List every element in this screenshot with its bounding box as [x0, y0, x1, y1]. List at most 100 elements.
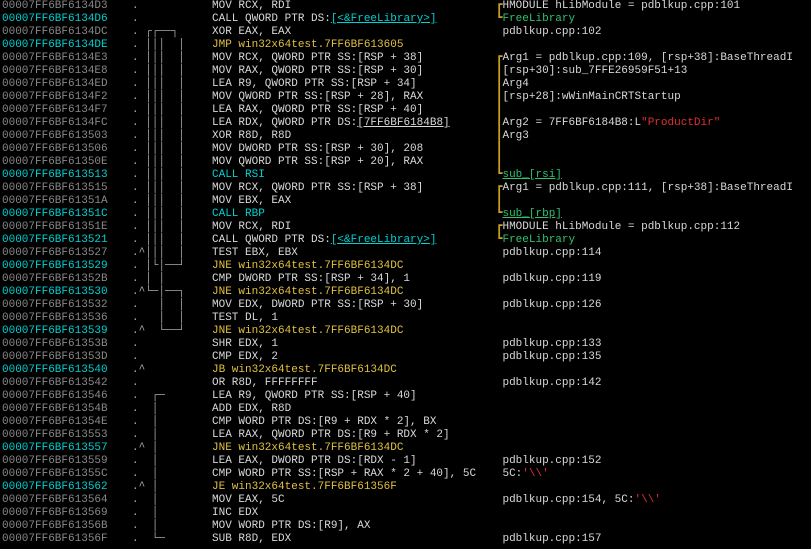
disasm-row[interactable]: 00007FF6BF61353D. CMP EDX, 2 pdblkup.cpp…	[0, 351, 811, 364]
address[interactable]: 00007FF6BF613530	[0, 286, 118, 299]
address[interactable]: 00007FF6BF613503	[0, 130, 118, 143]
instruction[interactable]: CALL RBP	[212, 208, 492, 221]
address[interactable]: 00007FF6BF6134E3	[0, 52, 118, 65]
disasm-row[interactable]: 00007FF6BF613529. │└│──┘ JNE win32x64tes…	[0, 260, 811, 273]
breakpoint-gutter[interactable]	[118, 221, 132, 234]
breakpoint-gutter[interactable]	[118, 325, 132, 338]
comment[interactable]: ┃[rsp+30]:sub_7FFE26959F51+13	[492, 65, 811, 78]
disasm-row[interactable]: 00007FF6BF6134DC. ┌┌──┐ XOR EAX, EAX pdb…	[0, 26, 811, 39]
breakpoint-gutter[interactable]	[118, 169, 132, 182]
comment[interactable]: ┗sub_[rsi]	[492, 169, 811, 182]
breakpoint-gutter[interactable]	[118, 338, 132, 351]
comment[interactable]: ┃[rsp+28]:wWinMainCRTStartup	[492, 91, 811, 104]
comment[interactable]	[492, 260, 811, 273]
instruction[interactable]: LEA R9, QWORD PTR SS:[RSP + 34]	[212, 78, 492, 91]
breakpoint-gutter[interactable]	[118, 442, 132, 455]
disasm-row[interactable]: 00007FF6BF613536. │ │ TEST DL, 1	[0, 312, 811, 325]
comment[interactable]	[492, 416, 811, 429]
disasm-row[interactable]: 00007FF6BF613527.^│││ │ TEST EBX, EBX pd…	[0, 247, 811, 260]
instruction[interactable]: LEA RAX, QWORD PTR SS:[RSP + 40]	[212, 104, 492, 117]
address[interactable]: 00007FF6BF613506	[0, 143, 118, 156]
instruction[interactable]: JNE win32x64test.7FF6BF6134DC	[212, 286, 492, 299]
comment[interactable]	[492, 442, 811, 455]
instruction[interactable]: LEA RDX, QWORD PTR DS:[7FF6BF6184B8]	[212, 117, 492, 130]
instruction[interactable]: MOV RCX, QWORD PTR SS:[RSP + 38]	[212, 182, 492, 195]
comment[interactable]	[492, 39, 811, 52]
breakpoint-gutter[interactable]	[118, 52, 132, 65]
address[interactable]: 00007FF6BF613513	[0, 169, 118, 182]
instruction[interactable]: JMP win32x64test.7FF6BF613605	[212, 39, 492, 52]
address[interactable]: 00007FF6BF613562	[0, 481, 118, 494]
address[interactable]: 00007FF6BF613539	[0, 325, 118, 338]
instruction[interactable]: CMP EDX, 2	[212, 351, 492, 364]
disasm-row[interactable]: 00007FF6BF613532. │ │ MOV EDX, DWORD PTR…	[0, 299, 811, 312]
instruction[interactable]: MOV QWORD PTR SS:[RSP + 28], RAX	[212, 91, 492, 104]
comment[interactable]: pdblkup.cpp:133	[492, 338, 811, 351]
breakpoint-gutter[interactable]	[118, 208, 132, 221]
disasm-row[interactable]: 00007FF6BF613542. OR R8D, FFFFFFFF pdblk…	[0, 377, 811, 390]
comment[interactable]: pdblkup.cpp:102	[492, 26, 811, 39]
comment[interactable]: ┃Arg4	[492, 78, 811, 91]
address[interactable]: 00007FF6BF6134F2	[0, 91, 118, 104]
address[interactable]: 00007FF6BF613559	[0, 455, 118, 468]
disasm-row[interactable]: 00007FF6BF613503. │││ │ XOR R8D, R8D┃Arg…	[0, 130, 811, 143]
comment[interactable]: pdblkup.cpp:119	[492, 273, 811, 286]
breakpoint-gutter[interactable]	[118, 390, 132, 403]
breakpoint-gutter[interactable]	[118, 195, 132, 208]
disasm-row[interactable]: 00007FF6BF613546. ┌─ LEA R9, QWORD PTR S…	[0, 390, 811, 403]
address[interactable]: 00007FF6BF61351A	[0, 195, 118, 208]
address[interactable]: 00007FF6BF613521	[0, 234, 118, 247]
address[interactable]: 00007FF6BF613564	[0, 494, 118, 507]
breakpoint-gutter[interactable]	[118, 533, 132, 546]
address[interactable]: 00007FF6BF61350E	[0, 156, 118, 169]
address[interactable]: 00007FF6BF613542	[0, 377, 118, 390]
comment[interactable]: ┃	[492, 104, 811, 117]
address[interactable]: 00007FF6BF61354B	[0, 403, 118, 416]
breakpoint-gutter[interactable]	[118, 247, 132, 260]
breakpoint-gutter[interactable]	[118, 104, 132, 117]
breakpoint-gutter[interactable]	[118, 91, 132, 104]
disasm-row[interactable]: 00007FF6BF6134FC. │││ │ LEA RDX, QWORD P…	[0, 117, 811, 130]
comment[interactable]: ┗FreeLibrary	[492, 13, 811, 26]
disasm-row[interactable]: 00007FF6BF613513. │││ │ CALL RSI┗sub_[rs…	[0, 169, 811, 182]
instruction[interactable]: CMP DWORD PTR SS:[RSP + 34], 1	[212, 273, 492, 286]
disasm-row[interactable]: 00007FF6BF613564. │ MOV EAX, 5C pdblkup.…	[0, 494, 811, 507]
address[interactable]: 00007FF6BF613540	[0, 364, 118, 377]
address[interactable]: 00007FF6BF613569	[0, 507, 118, 520]
instruction[interactable]: CALL RSI	[212, 169, 492, 182]
disasm-row[interactable]: 00007FF6BF6134E8. │││ │ MOV RAX, QWORD P…	[0, 65, 811, 78]
address[interactable]: 00007FF6BF613529	[0, 260, 118, 273]
disasm-row[interactable]: 00007FF6BF613539.^ └──┘ JNE win32x64test…	[0, 325, 811, 338]
address[interactable]: 00007FF6BF613527	[0, 247, 118, 260]
instruction[interactable]: XOR EAX, EAX	[212, 26, 492, 39]
instruction[interactable]: MOV EDX, DWORD PTR SS:[RSP + 30]	[212, 299, 492, 312]
comment[interactable]: ┃Arg3	[492, 130, 811, 143]
comment[interactable]: ┗sub_[rbp]	[492, 208, 811, 221]
breakpoint-gutter[interactable]	[118, 117, 132, 130]
disasm-row[interactable]: 00007FF6BF613521. │││ │ CALL QWORD PTR D…	[0, 234, 811, 247]
disasm-row[interactable]: 00007FF6BF613553. │ LEA RAX, QWORD PTR D…	[0, 429, 811, 442]
breakpoint-gutter[interactable]	[118, 507, 132, 520]
address[interactable]: 00007FF6BF613557	[0, 442, 118, 455]
instruction[interactable]: JB win32x64test.7FF6BF6134DC	[212, 364, 492, 377]
instruction[interactable]: JNE win32x64test.7FF6BF6134DC	[212, 260, 492, 273]
address[interactable]: 00007FF6BF613546	[0, 390, 118, 403]
address[interactable]: 00007FF6BF61356B	[0, 520, 118, 533]
comment[interactable]	[492, 312, 811, 325]
instruction[interactable]: LEA RAX, QWORD PTR DS:[R9 + RDX * 2]	[212, 429, 492, 442]
disasm-row[interactable]: 00007FF6BF613562.^ │ JE win32x64test.7FF…	[0, 481, 811, 494]
disasm-row[interactable]: 00007FF6BF61354B. │ ADD EDX, R8D	[0, 403, 811, 416]
breakpoint-gutter[interactable]	[118, 156, 132, 169]
disasm-row[interactable]: 00007FF6BF61351A. │││ │ MOV EBX, EAX┃	[0, 195, 811, 208]
comment[interactable]: ┏Arg1 = pdblkup.cpp:109, [rsp+38]:BaseTh…	[492, 52, 811, 65]
address[interactable]: 00007FF6BF6134ED	[0, 78, 118, 91]
disasm-row[interactable]: 00007FF6BF613515. │││ │ MOV RCX, QWORD P…	[0, 182, 811, 195]
comment[interactable]: pdblkup.cpp:157	[492, 533, 811, 546]
instruction[interactable]: MOV EAX, 5C	[212, 494, 492, 507]
disasm-row[interactable]: 00007FF6BF6134ED. │││ │ LEA R9, QWORD PT…	[0, 78, 811, 91]
instruction[interactable]: JNE win32x64test.7FF6BF6134DC	[212, 325, 492, 338]
breakpoint-gutter[interactable]	[118, 260, 132, 273]
address[interactable]: 00007FF6BF6134DE	[0, 39, 118, 52]
instruction[interactable]: ADD EDX, R8D	[212, 403, 492, 416]
breakpoint-gutter[interactable]	[118, 65, 132, 78]
